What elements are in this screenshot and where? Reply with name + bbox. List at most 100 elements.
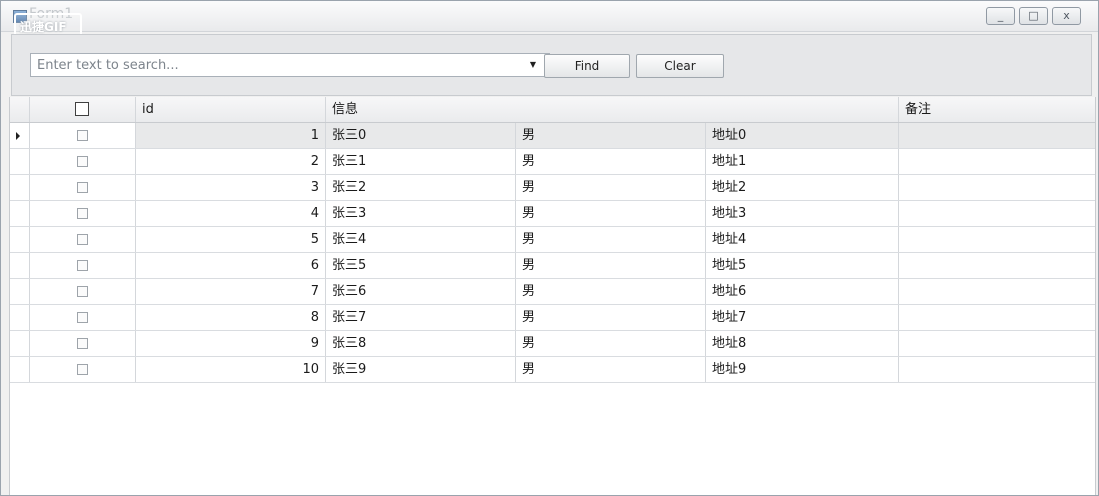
- row-select-cell[interactable]: [30, 123, 136, 148]
- row-select-cell[interactable]: [30, 279, 136, 304]
- row-indicator-cell[interactable]: [10, 149, 30, 174]
- cell-note[interactable]: [899, 227, 1095, 252]
- cell-sex[interactable]: 男: [516, 253, 706, 278]
- table-row[interactable]: 10 张三9 男地址9: [10, 357, 1095, 383]
- cell-name[interactable]: 张三3: [326, 201, 516, 226]
- cell-note[interactable]: [899, 175, 1095, 200]
- cell-name[interactable]: 张三8: [326, 331, 516, 356]
- cell-id[interactable]: 6: [136, 253, 326, 278]
- row-indicator-cell[interactable]: [10, 357, 30, 382]
- row-select-checkbox[interactable]: [77, 130, 88, 141]
- row-indicator-cell[interactable]: [10, 201, 30, 226]
- table-row[interactable]: 2 张三1 男地址1: [10, 149, 1095, 175]
- cell-note[interactable]: [899, 305, 1095, 330]
- cell-name[interactable]: 张三7: [326, 305, 516, 330]
- row-indicator-cell[interactable]: [10, 227, 30, 252]
- row-indicator-cell[interactable]: [10, 305, 30, 330]
- row-select-checkbox[interactable]: [77, 312, 88, 323]
- minimize-button[interactable]: _: [986, 7, 1015, 25]
- row-select-checkbox[interactable]: [77, 208, 88, 219]
- cell-note[interactable]: [899, 201, 1095, 226]
- cell-id[interactable]: 8: [136, 305, 326, 330]
- cell-id[interactable]: 2: [136, 149, 326, 174]
- row-select-checkbox[interactable]: [77, 286, 88, 297]
- cell-note[interactable]: [899, 331, 1095, 356]
- cell-sex[interactable]: 男: [516, 201, 706, 226]
- cell-id[interactable]: 9: [136, 331, 326, 356]
- cell-address[interactable]: 地址4: [706, 227, 899, 252]
- cell-note[interactable]: [899, 253, 1095, 278]
- table-row[interactable]: 9 张三8 男地址8: [10, 331, 1095, 357]
- row-indicator-cell[interactable]: [10, 123, 30, 148]
- cell-id[interactable]: 1: [136, 123, 326, 148]
- cell-note[interactable]: [899, 279, 1095, 304]
- row-select-checkbox[interactable]: [77, 182, 88, 193]
- cell-name[interactable]: 张三2: [326, 175, 516, 200]
- cell-id[interactable]: 7: [136, 279, 326, 304]
- cell-address[interactable]: 地址0: [706, 123, 899, 148]
- row-select-cell[interactable]: [30, 149, 136, 174]
- header-select-all-cell[interactable]: [30, 97, 136, 122]
- row-select-cell[interactable]: [30, 331, 136, 356]
- row-select-checkbox[interactable]: [77, 364, 88, 375]
- cell-name[interactable]: 张三6: [326, 279, 516, 304]
- cell-id[interactable]: 3: [136, 175, 326, 200]
- table-row[interactable]: 6 张三5 男地址5: [10, 253, 1095, 279]
- cell-sex[interactable]: 男: [516, 175, 706, 200]
- row-select-checkbox[interactable]: [77, 234, 88, 245]
- cell-address[interactable]: 地址9: [706, 357, 899, 382]
- column-header-note[interactable]: 备注: [899, 97, 1095, 122]
- cell-address[interactable]: 地址8: [706, 331, 899, 356]
- cell-id[interactable]: 4: [136, 201, 326, 226]
- cell-address[interactable]: 地址7: [706, 305, 899, 330]
- maximize-button[interactable]: □: [1019, 7, 1048, 25]
- cell-address[interactable]: 地址2: [706, 175, 899, 200]
- row-select-cell[interactable]: [30, 357, 136, 382]
- cell-sex[interactable]: 男: [516, 123, 706, 148]
- row-select-checkbox[interactable]: [77, 260, 88, 271]
- cell-sex[interactable]: 男: [516, 279, 706, 304]
- row-indicator-cell[interactable]: [10, 253, 30, 278]
- cell-id[interactable]: 10: [136, 357, 326, 382]
- select-all-checkbox[interactable]: [75, 102, 89, 116]
- cell-sex[interactable]: 男: [516, 305, 706, 330]
- cell-note[interactable]: [899, 123, 1095, 148]
- cell-name[interactable]: 张三5: [326, 253, 516, 278]
- table-row[interactable]: 7 张三6 男地址6: [10, 279, 1095, 305]
- find-button[interactable]: Find: [544, 54, 630, 78]
- cell-sex[interactable]: 男: [516, 149, 706, 174]
- row-select-cell[interactable]: [30, 253, 136, 278]
- cell-address[interactable]: 地址6: [706, 279, 899, 304]
- cell-name[interactable]: 张三9: [326, 357, 516, 382]
- column-header-id[interactable]: id: [136, 97, 326, 122]
- cell-name[interactable]: 张三1: [326, 149, 516, 174]
- row-select-checkbox[interactable]: [77, 156, 88, 167]
- cell-address[interactable]: 地址1: [706, 149, 899, 174]
- cell-note[interactable]: [899, 149, 1095, 174]
- cell-address[interactable]: 地址3: [706, 201, 899, 226]
- row-select-cell[interactable]: [30, 227, 136, 252]
- table-row[interactable]: 8 张三7 男地址7: [10, 305, 1095, 331]
- cell-note[interactable]: [899, 357, 1095, 382]
- row-indicator-cell[interactable]: [10, 175, 30, 200]
- row-select-cell[interactable]: [30, 201, 136, 226]
- table-row[interactable]: 5 张三4 男地址4: [10, 227, 1095, 253]
- row-indicator-cell[interactable]: [10, 331, 30, 356]
- column-header-info[interactable]: 信息: [326, 97, 899, 122]
- cell-sex[interactable]: 男: [516, 227, 706, 252]
- table-row[interactable]: 4 张三3 男地址3: [10, 201, 1095, 227]
- cell-name[interactable]: 张三4: [326, 227, 516, 252]
- title-bar[interactable]: Form1 迅捷GIF _ □ x: [1, 1, 1098, 39]
- row-select-cell[interactable]: [30, 175, 136, 200]
- cell-address[interactable]: 地址5: [706, 253, 899, 278]
- table-row[interactable]: 3 张三2 男地址2: [10, 175, 1095, 201]
- row-select-cell[interactable]: [30, 305, 136, 330]
- search-input[interactable]: [30, 53, 550, 77]
- close-button[interactable]: x: [1052, 7, 1081, 25]
- cell-id[interactable]: 5: [136, 227, 326, 252]
- row-select-checkbox[interactable]: [77, 338, 88, 349]
- cell-sex[interactable]: 男: [516, 331, 706, 356]
- cell-sex[interactable]: 男: [516, 357, 706, 382]
- cell-name[interactable]: 张三0: [326, 123, 516, 148]
- clear-button[interactable]: Clear: [636, 54, 724, 78]
